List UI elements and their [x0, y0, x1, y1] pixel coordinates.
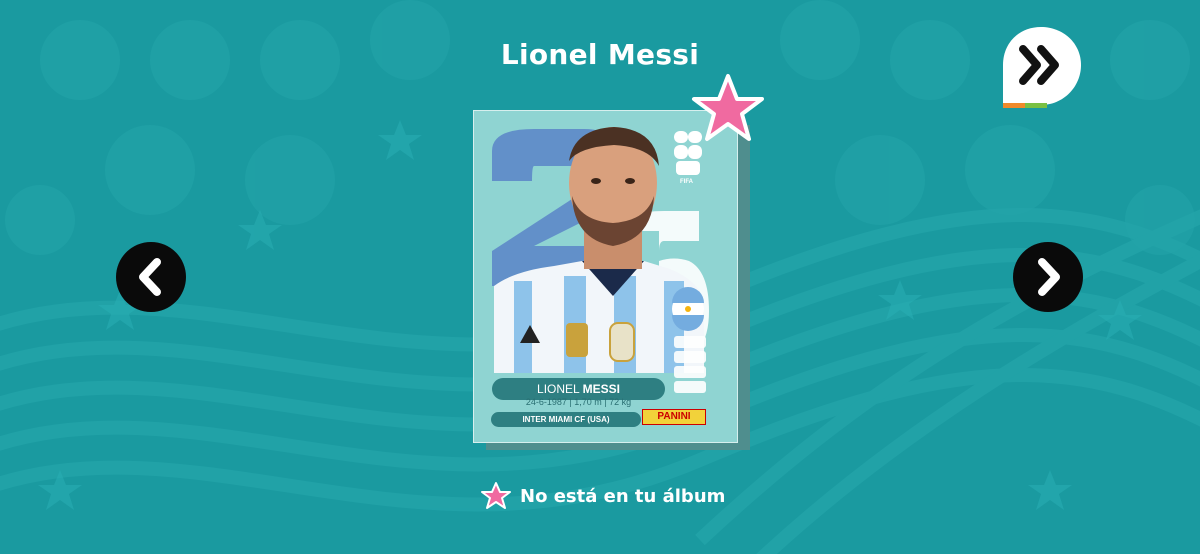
- pink-star-icon: [481, 482, 511, 509]
- argentina-flag-icon: [672, 287, 704, 331]
- panini-logo: PANINI: [642, 409, 706, 425]
- chevron-right-icon: [1038, 258, 1060, 296]
- pink-star-icon: [692, 74, 764, 141]
- sticker-stats: 24-6-1987 | 1,70 m | 72 kg: [525, 397, 632, 407]
- sticker-club: INTER MIAMI CF (USA): [491, 412, 641, 427]
- previous-button[interactable]: [116, 242, 186, 312]
- fifa-label: FIFA: [680, 179, 693, 185]
- chevron-left-icon: [139, 258, 161, 296]
- album-status: No está en tu álbum: [480, 480, 725, 512]
- sticker-first-name: LIONEL: [537, 382, 580, 396]
- sticker-last-name: MESSI: [582, 382, 620, 396]
- skip-button[interactable]: [1001, 25, 1083, 109]
- next-button[interactable]: [1013, 242, 1083, 312]
- status-text: No está en tu álbum: [520, 485, 726, 507]
- double-chevron-right-icon: [1003, 27, 1081, 108]
- player-sticker-card[interactable]: FIFA LIONEL MESSI 24-6-1987 | 1,70 m | 7…: [473, 110, 738, 443]
